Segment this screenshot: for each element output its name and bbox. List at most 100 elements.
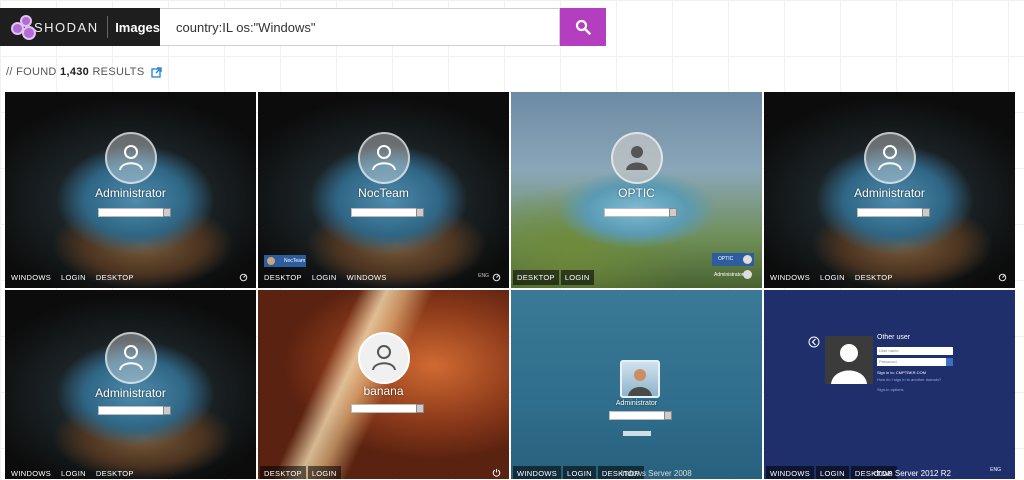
result-tile[interactable]: banana DESKTOP LOGIN [258,290,509,479]
tag-list: DESKTOP LOGIN WINDOWS [260,270,391,285]
username-label: Administrator [615,400,658,407]
result-tile[interactable]: Administrator WINDOWS LOGIN DESKTOP indo… [511,290,762,479]
password-field: Password [877,358,953,366]
tag-login[interactable]: LOGIN [816,270,849,285]
username-label: Administrator [95,386,166,400]
user-switch-label: Administrator [714,272,744,278]
signin-domain: Sign in to: CMPTBKR.COM [877,370,926,375]
brand[interactable]: SHODAN Images [0,8,160,46]
brand-divider [106,16,108,38]
tag-list: WINDOWS LOGIN DESKTOP [7,466,138,479]
user-avatar-icon [610,132,663,184]
result-tile[interactable]: Administrator WINDOWS LOGIN DESKTOP [5,92,256,288]
user-avatar-icon [863,132,916,184]
tag-desktop[interactable]: DESKTOP [92,466,138,479]
switch-user-button [623,431,651,436]
user-avatar-icon [357,332,410,384]
shodan-logo-icon [10,14,36,40]
username-label: Administrator [95,186,166,200]
os-caption: indows Server 2008 [621,469,692,478]
user-avatar-icon [104,132,157,184]
tag-list: DESKTOP LOGIN [260,466,341,479]
other-domain-link: How do I sign in to another domain? [877,377,942,382]
tag-windows[interactable]: WINDOWS [766,270,814,285]
username-label: banana [363,384,404,398]
password-field [608,411,672,420]
search-button[interactable] [560,8,606,46]
password-field [603,208,677,217]
ease-of-access-icon [492,273,501,282]
user-avatar-icon [620,360,660,398]
ease-of-access-icon [998,273,1007,282]
user-avatar-icon [104,332,157,384]
user-switch-item: Administrator [712,269,754,281]
back-arrow-icon [808,336,820,348]
tag-windows[interactable]: WINDOWS [7,270,55,285]
password-field [350,404,424,413]
results-grid: Administrator WINDOWS LOGIN DESKTOP NocT… [5,92,1017,479]
result-tile[interactable]: NocTeam NocTeam DESKTOP LOGIN WINDOWS EN… [258,92,509,288]
user-switch-label: OPTIC [718,256,734,262]
user-switch-label: NocTeam [284,258,306,264]
tag-login[interactable]: LOGIN [57,466,90,479]
password-field [350,208,424,217]
results-prefix: // FOUND [6,66,57,78]
user-thumb-icon [743,255,752,264]
result-tile[interactable]: OPTIC OPTIC Administrator DESKTOP LOGIN [511,92,762,288]
tag-list: WINDOWS LOGIN DESKTOP [766,270,897,285]
tag-login[interactable]: LOGIN [560,270,594,285]
user-avatar-icon [357,132,410,184]
user-thumb-icon [267,257,275,265]
results-suffix: RESULTS [92,66,145,78]
tag-list: DESKTOP LOGIN [513,270,594,285]
password-field [97,208,171,217]
search-input[interactable] [174,18,559,36]
tag-desktop[interactable]: DESKTOP [260,466,306,479]
tag-desktop[interactable]: DESKTOP [260,270,306,285]
user-avatar-icon [825,336,873,384]
result-tile[interactable]: Administrator WINDOWS LOGIN DESKTOP [764,92,1015,288]
user-switch-item: NocTeam [264,255,306,267]
user-switch-item: OPTIC [712,253,754,266]
submit-arrow-icon [946,358,953,366]
search-box [160,8,560,46]
username-label: Administrator [854,186,925,200]
language-indicator: ENG [478,273,489,279]
results-number: 1,430 [60,66,90,78]
os-caption: dows Server 2012 R2 [874,469,951,478]
password-placeholder: Password [879,359,897,364]
tag-desktop[interactable]: DESKTOP [513,270,559,285]
password-field [97,406,171,415]
result-tile[interactable]: Other user User name Password Sign in to… [764,290,1015,479]
user-thumb-icon [743,270,752,279]
tag-windows[interactable]: WINDOWS [343,270,391,285]
brand-name: SHODAN [33,19,99,35]
tag-login[interactable]: LOGIN [307,466,341,479]
username-placeholder: User name [879,348,899,353]
tag-login[interactable]: LOGIN [816,466,849,479]
tag-desktop[interactable]: DESKTOP [92,270,138,285]
result-tile[interactable]: Administrator WINDOWS LOGIN DESKTOP [5,290,256,479]
other-user-title: Other user [877,334,911,341]
language-indicator: ENG [990,467,1001,473]
results-count: // FOUND 1,430 RESULTS [6,66,162,78]
tag-windows[interactable]: WINDOWS [7,466,55,479]
search-icon [575,19,591,35]
top-bar: SHODAN Images [0,8,606,46]
tag-list: WINDOWS LOGIN DESKTOP [7,270,138,285]
signin-options-link: Sign-in options [877,387,904,392]
username-label: OPTIC [618,186,655,200]
tag-login[interactable]: LOGIN [308,270,341,285]
username-field: User name [877,347,953,355]
tag-login[interactable]: LOGIN [563,466,596,479]
brand-section: Images [115,19,160,35]
external-link-icon[interactable] [151,66,162,78]
password-field [856,208,930,217]
username-label: NocTeam [358,186,409,200]
ease-of-access-icon [239,273,248,282]
tag-desktop[interactable]: DESKTOP [851,270,897,285]
tag-login[interactable]: LOGIN [57,270,90,285]
power-icon [492,468,501,477]
tag-windows[interactable]: WINDOWS [513,466,562,479]
tag-windows[interactable]: WINDOWS [766,466,815,479]
